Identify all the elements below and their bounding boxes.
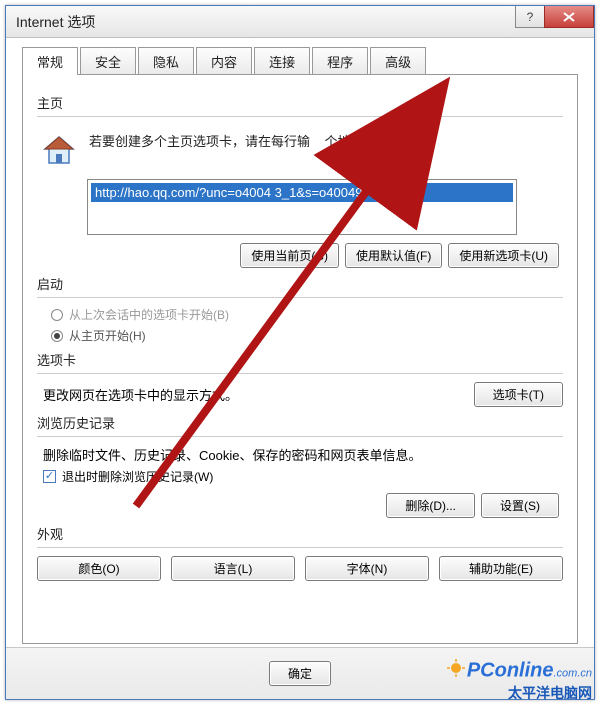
- use-default-button[interactable]: 使用默认值(F): [345, 243, 442, 268]
- dialog-window: Internet 选项 ? 常规 安全 隐私 内容 连接 程序 高级 主页 若要…: [5, 5, 595, 700]
- divider: [37, 116, 563, 117]
- close-button[interactable]: [544, 6, 594, 28]
- tab-connection[interactable]: 连接: [254, 47, 310, 75]
- radio-home[interactable]: 从主页开始(H): [51, 327, 563, 344]
- divider: [37, 547, 563, 548]
- tabcard-desc: 更改网页在选项卡中的显示方式。: [43, 385, 238, 404]
- radio-last-session[interactable]: 从上次会话中的选项卡开始(B): [51, 306, 563, 323]
- close-icon: [562, 11, 576, 23]
- fonts-button[interactable]: 字体(N): [305, 556, 429, 581]
- tab-content[interactable]: 内容: [196, 47, 252, 75]
- homepage-url-field[interactable]: http://hao.qq.com/?unc=o4004 3_1&s=o4004…: [87, 179, 517, 235]
- tab-programs[interactable]: 程序: [312, 47, 368, 75]
- divider: [37, 297, 563, 298]
- history-settings-button[interactable]: 设置(S): [481, 493, 559, 518]
- divider: [37, 373, 563, 374]
- group-tabs-label: 选项卡: [37, 350, 563, 369]
- delete-button[interactable]: 删除(D)...: [386, 493, 475, 518]
- tab-security[interactable]: 安全: [80, 47, 136, 75]
- group-appearance-label: 外观: [37, 524, 563, 543]
- group-history-label: 浏览历史记录: [37, 413, 563, 432]
- titlebar: Internet 选项 ?: [6, 6, 594, 38]
- divider: [37, 436, 563, 437]
- watermark-cn: 太平洋电脑网: [447, 683, 592, 703]
- use-newtab-button[interactable]: 使用新选项卡(U): [448, 243, 559, 268]
- tabcard-row: 更改网页在选项卡中的显示方式。 选项卡(T): [37, 382, 563, 407]
- accessibility-button[interactable]: 辅助功能(E): [439, 556, 563, 581]
- watermark-logo: PConline.com.cn: [447, 659, 592, 683]
- watermark: PConline.com.cn 太平洋电脑网: [447, 659, 592, 703]
- colors-button[interactable]: 颜色(O): [37, 556, 161, 581]
- ok-button[interactable]: 确定: [269, 661, 331, 686]
- window-controls: ?: [516, 6, 594, 28]
- tab-privacy[interactable]: 隐私: [138, 47, 194, 75]
- group-startup-label: 启动: [37, 274, 563, 293]
- tab-panel-general: 主页 若要创建多个主页选项卡，请在每行输 个地址(R)。 http://hao.…: [22, 74, 578, 644]
- delete-on-exit-checkbox[interactable]: 退出时删除浏览历史记录(W): [43, 468, 563, 485]
- checkbox-icon: [43, 470, 56, 483]
- use-current-button[interactable]: 使用当前页(C): [240, 243, 339, 268]
- tabs-settings-button[interactable]: 选项卡(T): [474, 382, 563, 407]
- homepage-row: 若要创建多个主页选项卡，请在每行输 个地址(R)。: [37, 125, 563, 171]
- radio-icon: [51, 309, 63, 321]
- homepage-buttons: 使用当前页(C) 使用默认值(F) 使用新选项卡(U): [37, 243, 559, 268]
- homepage-url-selection: http://hao.qq.com/?unc=o4004 3_1&s=o4004…: [91, 183, 513, 202]
- appearance-buttons: 颜色(O) 语言(L) 字体(N) 辅助功能(E): [37, 556, 563, 581]
- tab-advanced[interactable]: 高级: [370, 47, 426, 75]
- home-icon: [39, 131, 79, 171]
- sun-icon: [447, 659, 465, 683]
- history-buttons: 删除(D)... 设置(S): [37, 493, 559, 518]
- radio-icon: [51, 330, 63, 342]
- help-button[interactable]: ?: [515, 6, 545, 28]
- tab-general[interactable]: 常规: [22, 47, 78, 75]
- window-title: Internet 选项: [16, 12, 95, 32]
- history-desc: 删除临时文件、历史记录、Cookie、保存的密码和网页表单信息。: [43, 445, 563, 464]
- tabstrip: 常规 安全 隐私 内容 连接 程序 高级: [22, 46, 594, 74]
- group-homepage-label: 主页: [37, 93, 563, 112]
- homepage-desc: 若要创建多个主页选项卡，请在每行输 个地址(R)。: [89, 131, 395, 150]
- languages-button[interactable]: 语言(L): [171, 556, 295, 581]
